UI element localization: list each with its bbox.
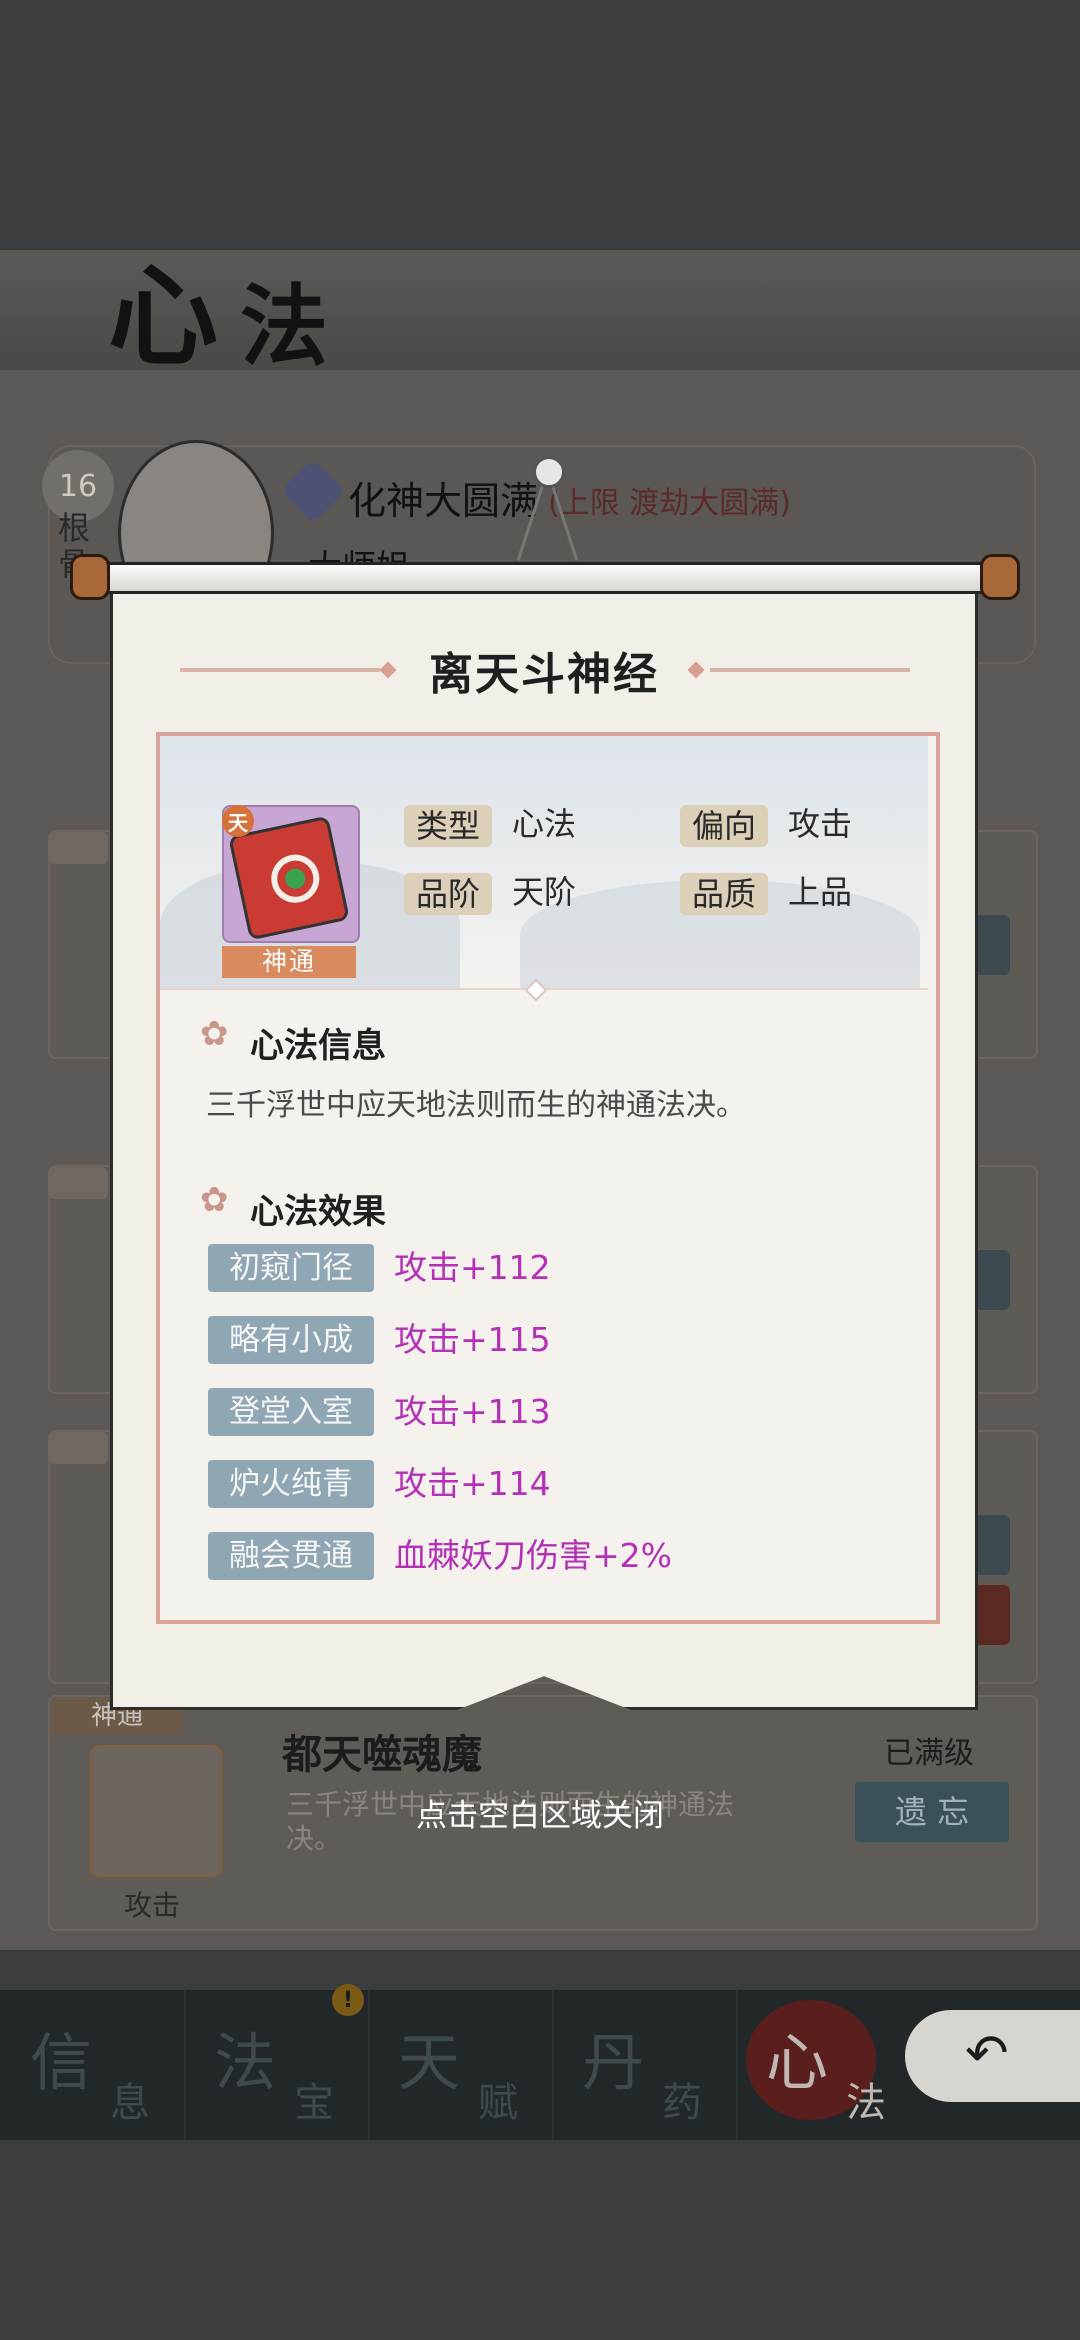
nav-tab-char: 丹 xyxy=(582,2026,645,2099)
nav-alert-badge: ! xyxy=(332,1984,364,2016)
stage-tag: 略有小成 xyxy=(208,1316,374,1364)
nav-tab-char: 信 xyxy=(30,2026,93,2099)
popup-title: 离天斗神经 xyxy=(429,649,659,700)
skill-name: 都天噬魂魔 xyxy=(282,1732,482,1778)
effect-section-title: 心法效果 xyxy=(250,1192,386,1232)
attr-key-bias: 偏向 xyxy=(680,805,769,847)
scroll-rod xyxy=(70,562,1016,594)
stage-effect: 攻击+113 xyxy=(394,1392,551,1431)
scroll-hanging-pin xyxy=(533,456,565,488)
page-title-char-1: 心 xyxy=(108,252,218,381)
flower-icon: ✿ xyxy=(200,1180,229,1220)
nav-tab-char: 法 xyxy=(214,2026,277,2099)
scroll-rod-knob xyxy=(980,554,1020,600)
skill-status: 已满级 xyxy=(884,1736,974,1771)
skill-type-label: 攻击 xyxy=(124,1889,181,1922)
nav-tab-pill[interactable]: 丹 药 xyxy=(552,1990,738,2140)
stage-tag: 炉火纯青 xyxy=(208,1460,374,1508)
info-section-title: 心法信息 xyxy=(250,1026,386,1066)
tier-badge: 天 xyxy=(222,805,254,837)
card-tag xyxy=(48,832,108,864)
skill-book-icon: 天 xyxy=(222,805,360,943)
scroll-rod-knob xyxy=(70,554,110,600)
attr-key-type: 类型 xyxy=(404,805,493,847)
nav-tab-subchar: 法 xyxy=(846,2080,886,2126)
nav-tab-subchar: 息 xyxy=(110,2080,150,2126)
attr-value-rank: 天阶 xyxy=(512,873,577,911)
card-tag xyxy=(48,1167,108,1199)
realm-text: 化神大圆满 xyxy=(348,479,539,523)
nav-tab-subchar: 赋 xyxy=(478,2080,518,2126)
book-type-tag: 神通 xyxy=(222,946,356,978)
stage-effect: 血棘妖刀伤害+2% xyxy=(394,1536,673,1575)
attr-key-rank: 品阶 xyxy=(404,873,493,915)
back-button[interactable]: ↶ xyxy=(905,2010,1080,2102)
attr-key-quality: 品质 xyxy=(680,873,769,915)
flower-icon: ✿ xyxy=(200,1014,229,1054)
stage-tag: 初窥门径 xyxy=(208,1244,374,1292)
nav-tab-subchar: 宝 xyxy=(294,2080,334,2126)
nav-tab-info[interactable]: 信 息 xyxy=(0,1990,186,2140)
nav-tab-char: 天 xyxy=(398,2026,461,2099)
stage-tag: 登堂入室 xyxy=(208,1388,374,1436)
stage-effect: 攻击+114 xyxy=(394,1464,551,1503)
nav-tab-talent[interactable]: 天 赋 xyxy=(368,1990,554,2140)
nav-tab-char: 心 xyxy=(766,2026,829,2099)
close-hint[interactable]: 点击空白区域关闭 xyxy=(0,1790,1080,1835)
realm-limit: (上限 渡劫大圆满) xyxy=(548,486,791,521)
stage-tag: 融会贯通 xyxy=(208,1532,374,1580)
stage-effect: 攻击+112 xyxy=(394,1248,551,1287)
attr-value-bias: 攻击 xyxy=(788,805,853,843)
attr-value-type: 心法 xyxy=(512,805,577,843)
page-title-char-2: 法 xyxy=(240,274,329,378)
nav-tab-subchar: 药 xyxy=(662,2080,702,2126)
info-section-text: 三千浮世中应天地法则而生的神通法决。 xyxy=(206,1088,746,1123)
stage-effect: 攻击+115 xyxy=(394,1320,551,1359)
nav-tab-heart-method[interactable]: 心 法 xyxy=(736,1990,920,2140)
back-arrow-icon: ↶ xyxy=(965,2024,1009,2084)
card-tag xyxy=(48,1432,108,1464)
attr-value-quality: 上品 xyxy=(788,873,853,911)
